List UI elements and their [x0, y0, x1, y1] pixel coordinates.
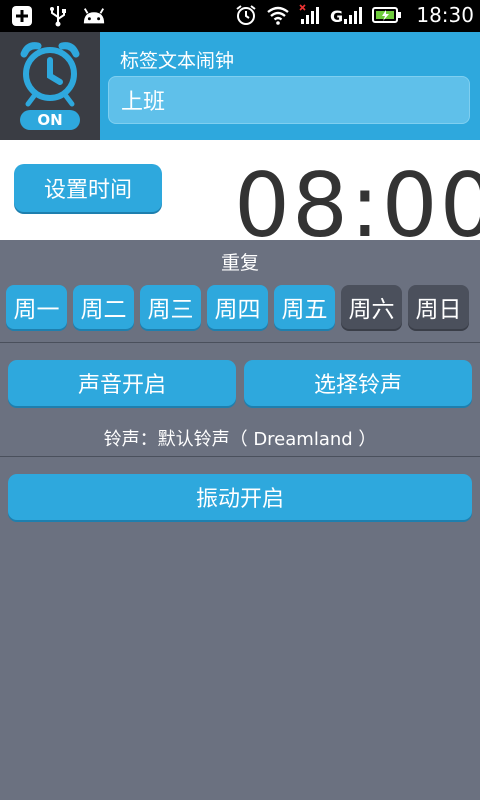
ringtone-text: 铃声：默认铃声（ Dreamland ）	[103, 429, 377, 450]
g-signal-icon: G	[330, 3, 364, 27]
svg-text:G: G	[330, 7, 343, 26]
status-time: 18:30	[416, 3, 474, 27]
divider	[0, 456, 480, 457]
alarm-label-input[interactable]	[108, 76, 470, 124]
day-friday[interactable]: 周五	[274, 285, 335, 329]
day-wednesday[interactable]: 周三	[140, 285, 201, 329]
day-saturday[interactable]: 周六	[341, 285, 402, 329]
toggle-label: ON	[37, 111, 63, 129]
battery-icon	[372, 3, 402, 27]
set-time-button[interactable]: 设置时间	[14, 164, 162, 212]
status-bar: G 18:30	[0, 0, 480, 32]
header-title: 标签文本闹钟	[120, 50, 235, 72]
repeat-label: 重复	[220, 252, 259, 274]
alarm-toggle[interactable]: ON	[0, 32, 100, 140]
android-icon	[82, 4, 106, 28]
divider	[0, 342, 480, 343]
sound-on-button[interactable]: 声音开启	[8, 360, 236, 406]
time-panel: 设置时间 08:00	[0, 140, 480, 240]
day-tuesday[interactable]: 周二	[73, 285, 134, 329]
vibrate-on-button[interactable]: 振动开启	[8, 474, 472, 520]
choose-ringtone-button[interactable]: 选择铃声	[244, 360, 472, 406]
alarm-icon	[234, 3, 258, 27]
alarm-time-display: 08:00	[234, 154, 480, 241]
alarm-header: ON 标签文本闹钟	[0, 32, 480, 140]
day-monday[interactable]: 周一	[6, 285, 67, 329]
add-icon	[10, 4, 34, 28]
signal-icon	[298, 3, 322, 27]
repeat-days: 周一 周二 周三 周四 周五 周六 周日	[6, 285, 476, 329]
usb-icon	[46, 4, 70, 28]
day-sunday[interactable]: 周日	[408, 285, 469, 329]
wifi-icon	[266, 3, 290, 27]
day-thursday[interactable]: 周四	[207, 285, 268, 329]
